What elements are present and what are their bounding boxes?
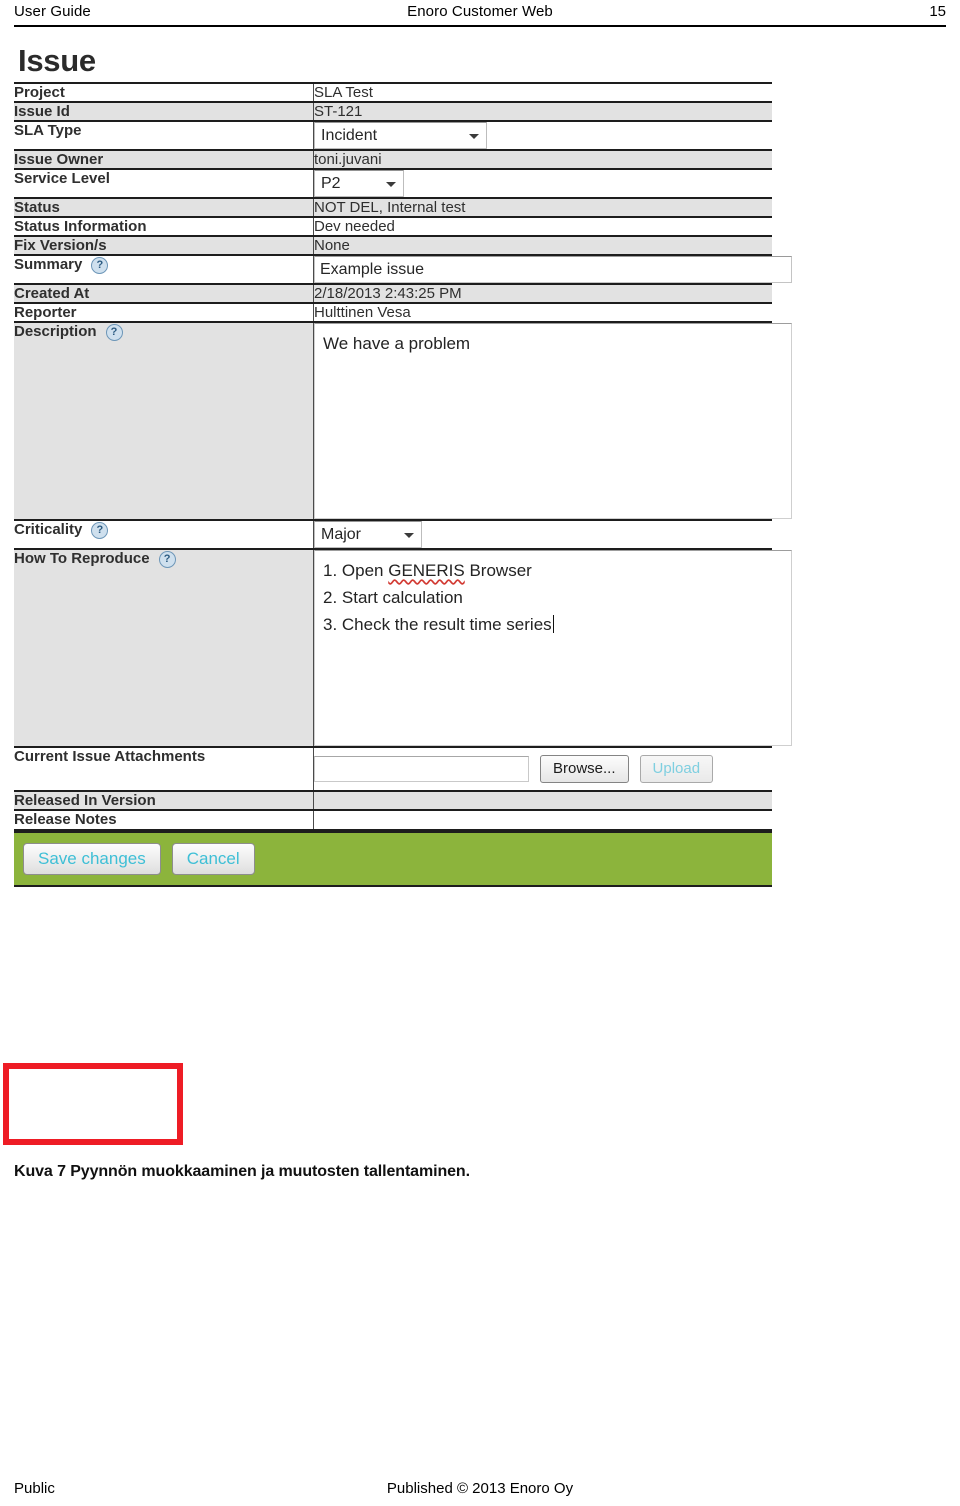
annotation-highlight-box [3,1063,183,1145]
criticality-selected-value: Major [321,526,362,543]
header-divider-rule [14,25,946,27]
field-value-status-information: Dev needed [313,217,772,237]
reproduce-step-3: 3. Check the result time series [323,611,785,638]
field-label-status: Status [14,198,314,218]
field-cell-attachments: Browse... Upload [313,747,772,792]
field-label-release-notes: Release Notes [14,810,314,831]
reproduce-step-1-prefix: 1. Open [323,561,389,580]
field-cell-summary: Example issue [313,255,792,285]
field-value-status: NOT DEL, Internal test [313,198,772,218]
sla-type-selected-value: Incident [321,127,378,144]
field-label-description: Description? [14,322,314,521]
field-value-release-notes [313,810,772,831]
field-label-how-to-reproduce-text: How To Reproduce [14,550,150,567]
service-level-selected-value: P2 [321,175,341,192]
page-running-header: User Guide Enoro Customer Web 15 [14,0,946,30]
footer-center-text: Published © 2013 Enoro Oy [386,1480,574,1497]
field-label-status-information: Status Information [14,217,314,237]
page-title: Issue [18,43,96,78]
field-label-how-to-reproduce: How To Reproduce? [14,549,314,748]
table-row: Service Level P2 [14,169,772,199]
table-row: Status NOT DEL, Internal test [14,198,772,218]
field-label-summary-text: Summary [14,256,83,273]
reproduce-step-3-text: 3. Check the result time series [323,615,552,634]
table-row: Current Issue Attachments Browse... Uplo… [14,747,772,792]
reproduce-step-1: 1. Open GENERIS Browser [323,557,785,584]
sla-type-select[interactable]: Incident [314,122,487,149]
how-to-reproduce-textarea[interactable]: 1. Open GENERIS Browser 2. Start calcula… [314,550,792,746]
field-label-current-issue-attachments: Current Issue Attachments [14,747,314,792]
table-row: How To Reproduce? 1. Open GENERIS Browse… [14,549,792,748]
browse-button[interactable]: Browse... [540,755,629,783]
form-action-bar: Save changes Cancel [14,831,772,887]
description-text: We have a problem [323,334,471,353]
field-label-released-in-version: Released In Version [14,791,314,811]
text-cursor [552,615,554,633]
field-label-summary: Summary? [14,255,314,285]
field-value-project: SLA Test [313,83,772,103]
help-icon[interactable]: ? [158,551,176,568]
spellcheck-misspelled-word: GENERIS [388,561,465,580]
help-icon[interactable]: ? [105,324,123,341]
field-cell-description: We have a problem [313,322,792,521]
field-cell-service-level: P2 [313,169,772,199]
table-row: Status Information Dev needed [14,217,772,237]
page-number: 15 [929,3,946,20]
field-value-reporter: Hulttinen Vesa [313,303,772,323]
figure-caption: Kuva 7 Pyynnön muokkaaminen ja muutosten… [14,1163,470,1180]
table-row: Description? We have a problem [14,322,792,521]
issue-form-figure: Issue Project SLA Test Issue Id ST-121 S… [14,43,792,887]
field-cell-how-to-reproduce: 1. Open GENERIS Browser 2. Start calcula… [313,549,792,748]
field-label-issue-owner: Issue Owner [14,150,314,170]
field-value-fix-versions: None [313,236,772,256]
field-label-description-text: Description [14,323,97,340]
field-label-service-level: Service Level [14,169,314,199]
criticality-select[interactable]: Major [314,521,422,548]
upload-button[interactable]: Upload [639,755,714,783]
help-icon[interactable]: ? [91,257,109,274]
table-row: Project SLA Test [14,83,772,103]
field-value-issue-id: ST-121 [313,102,772,122]
table-row: Summary? Example issue [14,255,792,285]
header-center-text: Enoro Customer Web [407,3,553,20]
field-label-sla-type: SLA Type [14,121,314,151]
reproduce-step-2: 2. Start calculation [323,588,463,607]
table-row: Released In Version [14,791,772,811]
field-label-reporter: Reporter [14,303,314,323]
field-value-released-in-version [313,791,772,811]
field-label-project: Project [14,83,314,103]
service-level-select[interactable]: P2 [314,170,404,197]
table-row: Issue Id ST-121 [14,102,772,122]
chevron-down-icon [404,533,414,538]
chevron-down-icon [469,134,479,139]
table-row: Release Notes [14,810,772,831]
field-value-issue-owner: toni.juvani [313,150,772,170]
field-label-criticality: Criticality? [14,520,314,550]
table-row: Reporter Hulttinen Vesa [14,303,772,323]
issue-detail-table: Project SLA Test Issue Id ST-121 SLA Typ… [14,82,792,831]
save-changes-button[interactable]: Save changes [23,843,161,875]
summary-input[interactable]: Example issue [314,256,792,283]
field-value-created-at: 2/18/2013 2:43:25 PM [313,284,772,304]
field-label-criticality-text: Criticality [14,521,83,538]
table-row: Issue Owner toni.juvani [14,150,772,170]
table-row: SLA Type Incident [14,121,772,151]
table-row: Criticality? Major [14,520,772,550]
field-label-fix-versions: Fix Version/s [14,236,314,256]
field-cell-criticality: Major [313,520,772,550]
page-running-footer: Public Published © 2013 Enoro Oy [14,1480,946,1502]
table-row: Fix Version/s None [14,236,772,256]
attachment-file-input[interactable] [314,756,529,782]
field-label-issue-id: Issue Id [14,102,314,122]
reproduce-step-1-suffix: Browser [464,561,532,580]
chevron-down-icon [386,182,396,187]
field-label-created-at: Created At [14,284,314,304]
cancel-button[interactable]: Cancel [171,843,255,875]
field-cell-sla-type: Incident [313,121,772,151]
table-row: Created At 2/18/2013 2:43:25 PM [14,284,772,304]
help-icon[interactable]: ? [91,522,109,539]
description-textarea[interactable]: We have a problem [314,323,792,519]
